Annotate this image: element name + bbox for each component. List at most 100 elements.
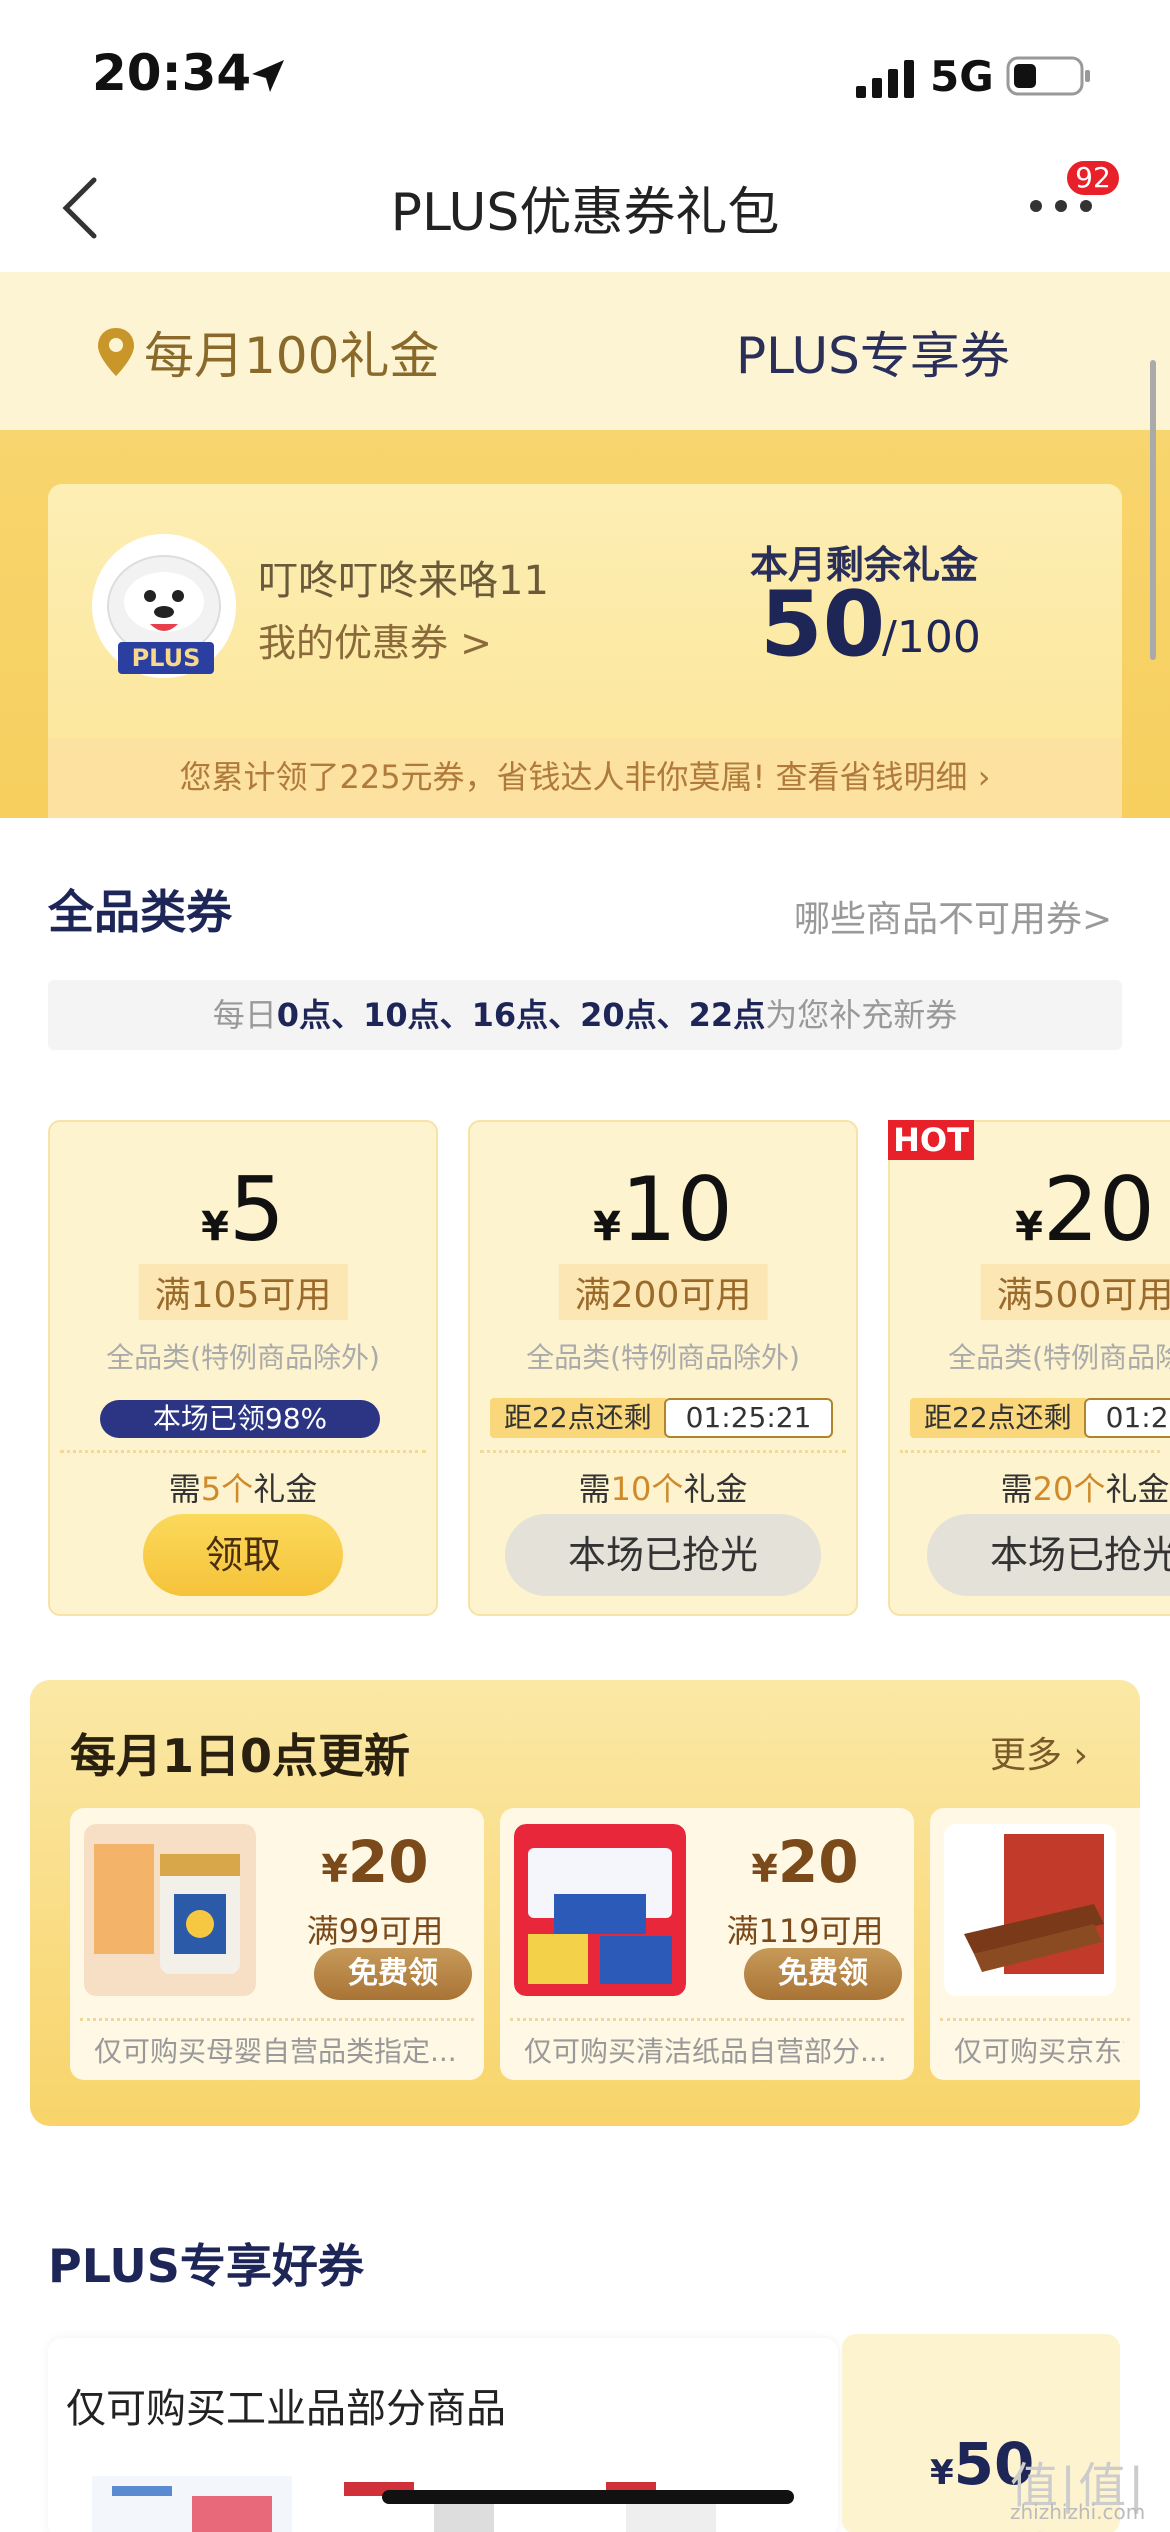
page-title: PLUS优惠券礼包 <box>390 183 780 243</box>
more-icon[interactable] <box>1026 196 1096 216</box>
amount-value: 20 <box>1042 1158 1155 1261</box>
sold-out-button[interactable]: 本场已抢光 <box>927 1514 1170 1596</box>
amount-value: 10 <box>620 1158 733 1261</box>
free-claim-button[interactable]: 免费领 <box>314 1948 472 2000</box>
divider <box>940 2018 1130 2021</box>
snack-product-image <box>944 1824 1116 1996</box>
gift-description: 仅可购买母婴自营品类指定... <box>94 2035 457 2068</box>
timer-value: 01:25:21 <box>1083 1398 1170 1438</box>
amount-value: 20 <box>777 1828 859 1896</box>
coupon-condition: 满105可用 <box>138 1264 348 1320</box>
gift-amount: ¥20 <box>280 1828 470 1896</box>
coupon-card: ¥20 满500可用 全品类(特例商品除外) 距22点还剩01:25:21 需2… <box>888 1120 1170 1616</box>
hot-badge: HOT <box>888 1120 974 1160</box>
status-time: 20:34 <box>92 44 252 102</box>
signal-icon <box>856 60 914 98</box>
coupon-amount: ¥5 <box>50 1158 436 1261</box>
gift-description: 仅可购买京东京造... <box>954 2035 1124 2068</box>
tab-label: 每月100礼金 <box>144 327 440 385</box>
gift-coupon-card: ¥20 满119可用 免费领 仅可购买清洁纸品自营部分... <box>500 1808 914 2080</box>
sold-out-button[interactable]: 本场已抢光 <box>505 1514 821 1596</box>
milk-powder-product-image <box>84 1824 256 1996</box>
cost-suffix: 礼金 <box>253 1470 318 1508</box>
scrollbar[interactable] <box>1150 360 1156 660</box>
cost-count: 10个 <box>610 1470 684 1508</box>
watermark-url: zhizhizhi.com <box>1010 2500 1146 2524</box>
divider <box>480 1450 846 1453</box>
battery-icon <box>1006 56 1090 96</box>
coupon-cost: 需10个礼金 <box>470 1464 856 1510</box>
gift-amount: ¥20 <box>710 1828 900 1896</box>
cost-prefix: 需 <box>168 1470 201 1508</box>
currency-symbol: ¥ <box>1015 1204 1043 1250</box>
tissue-product-image <box>514 1824 686 1996</box>
notice-times: 0点、10点、16点、20点、22点 <box>276 996 766 1034</box>
tab-plus-coupons[interactable]: PLUS专享券 <box>736 316 1010 388</box>
timer-label: 距22点还剩 <box>490 1398 666 1438</box>
cost-prefix: 需 <box>578 1470 611 1508</box>
remain-value: 50 <box>760 572 886 677</box>
coupon-amount: ¥20 <box>890 1158 1170 1261</box>
coupon-scope: 全品类(特例商品除外) <box>948 1341 1170 1374</box>
gift-description: 仅可购买清洁纸品自营部分... <box>524 2035 887 2068</box>
coupon-condition: 满200可用 <box>558 1264 768 1320</box>
coupon-card: ¥10 满200可用 全品类(特例商品除外) 距22点还剩 01:25:21 需1… <box>468 1120 858 1616</box>
plus-coupon-description: 仅可购买工业品部分商品 <box>66 2386 506 2432</box>
section-title-plus: PLUS专享好券 <box>48 2239 364 2293</box>
cost-suffix: 礼金 <box>1105 1470 1170 1508</box>
currency-symbol: ¥ <box>321 1847 348 1891</box>
divider <box>510 2018 904 2021</box>
remain-total: /100 <box>882 612 981 663</box>
gift-coupon-card: 仅可购买京东京造... <box>930 1808 1140 2080</box>
cost-count: 5个 <box>200 1470 254 1508</box>
network-label: 5G <box>930 52 994 101</box>
gift-coupon-card: ¥20 满99可用 免费领 仅可购买母婴自营品类指定... <box>70 1808 484 2080</box>
notice-prefix: 每日 <box>212 996 277 1034</box>
cost-count: 20个 <box>1032 1470 1106 1508</box>
coupon-cost: 需20个礼金 <box>890 1464 1170 1510</box>
location-pin-icon <box>98 328 134 376</box>
timer-label: 距22点还剩 <box>910 1398 1086 1438</box>
amount-value: 5 <box>228 1158 285 1261</box>
tab-monthly-gift[interactable]: 每月100礼金 <box>96 316 439 388</box>
countdown-timer: 距22点还剩01:25:21 <box>910 1398 1170 1438</box>
countdown-timer: 距22点还剩01:25:21 <box>490 1398 834 1438</box>
coupon-scope: 全品类(特例商品除外) <box>106 1341 380 1374</box>
product-thumbnail <box>344 2476 504 2532</box>
unavailable-products-link[interactable]: 哪些商品不可用券> <box>794 890 1112 942</box>
coupon-amount: ¥10 <box>470 1158 856 1261</box>
monthly-title: 每月1日0点更新 <box>70 1729 411 1783</box>
notice-suffix: 为您补充新券 <box>765 996 958 1034</box>
home-indicator[interactable] <box>382 2490 794 2504</box>
claim-button[interactable]: 领取 <box>143 1514 343 1596</box>
divider <box>80 2018 474 2021</box>
currency-symbol: ¥ <box>751 1847 778 1891</box>
coupon-condition: 满500可用 <box>980 1264 1170 1320</box>
cost-prefix: 需 <box>1000 1470 1033 1508</box>
coupon-card: ¥5 满105可用 全品类(特例商品除外) 本场已领98% 需5个礼金 领取 <box>48 1120 438 1616</box>
coupon-scope: 全品类(特例商品除外) <box>526 1341 800 1374</box>
plus-tag: PLUS <box>118 642 214 674</box>
username: 叮咚叮咚来咯11 <box>258 558 549 604</box>
free-claim-button[interactable]: 免费领 <box>744 1948 902 2000</box>
currency-symbol: ¥ <box>930 2453 954 2493</box>
section-title-all-category: 全品类券 <box>48 885 232 939</box>
product-thumbnail <box>92 2476 292 2532</box>
saved-summary-link[interactable]: 您累计领了225元券，省钱达人非你莫属! 查看省钱明细 › <box>0 752 1170 798</box>
coupon-cost: 需5个礼金 <box>50 1464 436 1510</box>
gift-condition: 满119可用 <box>726 1912 884 1950</box>
divider <box>60 1450 426 1453</box>
location-arrow-icon <box>252 60 284 92</box>
divider <box>900 1450 1160 1453</box>
timer-value: 01:25:21 <box>663 1398 834 1438</box>
refresh-notice: 每日0点、10点、16点、20点、22点为您补充新券 <box>48 980 1122 1050</box>
product-thumbnail <box>596 2476 736 2532</box>
message-badge: 92 <box>1064 158 1122 198</box>
claim-progress: 本场已领98% <box>100 1400 380 1438</box>
currency-symbol: ¥ <box>593 1204 621 1250</box>
my-coupons-link[interactable]: 我的优惠券 > <box>258 612 492 667</box>
currency-symbol: ¥ <box>201 1204 229 1250</box>
amount-value: 20 <box>347 1828 429 1896</box>
cost-suffix: 礼金 <box>683 1470 748 1508</box>
more-link[interactable]: 更多 › <box>990 1726 1088 1778</box>
